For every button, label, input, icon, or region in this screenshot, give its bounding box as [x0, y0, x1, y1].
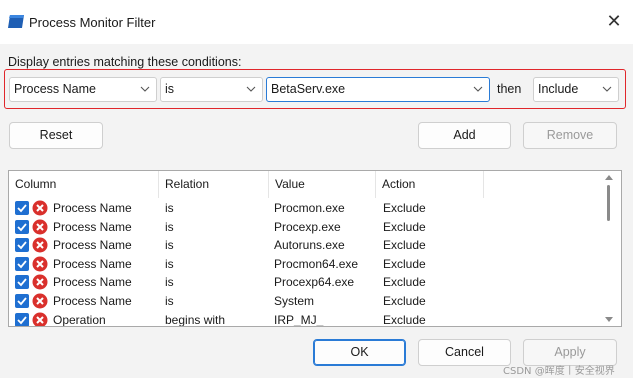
exclude-x-icon	[32, 256, 48, 272]
title-bar: Process Monitor Filter ✕	[0, 0, 633, 44]
reset-button[interactable]: Reset	[9, 122, 103, 149]
cell-column: Process Name	[53, 201, 132, 215]
cell-column: Process Name	[53, 256, 132, 271]
exclude-x-icon	[32, 219, 48, 235]
checkbox-checked-icon[interactable]	[15, 294, 29, 308]
table-row[interactable]: Process Name is Autoruns.exe Exclude	[9, 236, 604, 255]
filter-list[interactable]: Column Relation Value Action Process Nam…	[8, 170, 622, 327]
cell-column: Process Name	[53, 219, 132, 234]
cell-relation: is	[165, 294, 174, 308]
exclude-x-icon	[32, 312, 48, 326]
checkbox-checked-icon[interactable]	[15, 219, 29, 234]
cell-value: System	[274, 294, 315, 308]
chevron-down-icon	[246, 86, 256, 92]
chevron-down-icon	[473, 86, 483, 92]
table-row[interactable]: Process Name is System Exclude	[9, 292, 604, 311]
exclude-x-icon	[32, 293, 48, 309]
value-combobox[interactable]: BetaServ.exe	[266, 77, 490, 102]
cell-relation: is	[165, 219, 174, 234]
cell-column: Process Name	[53, 238, 132, 253]
conditions-label: Display entries matching these condition…	[8, 55, 242, 69]
table-row[interactable]: Process Name is Procmon64.exe Exclude	[9, 255, 604, 274]
cell-action: Exclude	[383, 294, 426, 308]
relation-header[interactable]: Relation	[159, 171, 269, 198]
table-row[interactable]: Process Name is Procmon.exe Exclude	[9, 199, 604, 218]
relation-dropdown-value: is	[165, 82, 175, 96]
relation-dropdown[interactable]: is	[160, 77, 263, 102]
cell-action: Exclude	[383, 238, 426, 253]
cell-relation: is	[165, 201, 174, 215]
filter-list-header: Column Relation Value Action	[9, 171, 621, 198]
chevron-down-icon	[602, 86, 612, 92]
cell-action: Exclude	[383, 201, 426, 215]
value-header[interactable]: Value	[269, 171, 376, 198]
column-dropdown[interactable]: Process Name	[9, 77, 157, 102]
cancel-button[interactable]: Cancel	[418, 339, 511, 366]
cell-action: Exclude	[383, 312, 426, 327]
filter-app-icon	[8, 15, 24, 28]
scrollbar-thumb[interactable]	[607, 185, 610, 221]
action-dropdown-value: Include	[538, 82, 579, 96]
chevron-down-icon	[140, 86, 150, 92]
cell-column: Operation	[53, 312, 106, 327]
cell-relation: begins with	[165, 312, 226, 327]
column-dropdown-value: Process Name	[14, 82, 96, 96]
value-combobox-text: BetaServ.exe	[271, 82, 346, 96]
add-button[interactable]: Add	[418, 122, 511, 149]
cell-value: Procexp64.exe	[274, 275, 355, 290]
watermark: CSDN @晖度丨安全视界	[503, 366, 615, 377]
checkbox-checked-icon[interactable]	[15, 312, 29, 326]
checkbox-checked-icon[interactable]	[15, 238, 29, 253]
checkbox-checked-icon[interactable]	[15, 275, 29, 290]
ok-button[interactable]: OK	[313, 339, 406, 366]
scroll-up-arrow-icon[interactable]	[605, 174, 613, 180]
checkbox-checked-icon[interactable]	[15, 201, 29, 215]
checkbox-checked-icon[interactable]	[15, 256, 29, 271]
exclude-x-icon	[32, 200, 48, 216]
scroll-down-arrow-icon[interactable]	[605, 317, 613, 323]
cell-action: Exclude	[383, 275, 426, 290]
cell-relation: is	[165, 256, 174, 271]
cell-value: Procmon64.exe	[274, 256, 359, 271]
exclude-x-icon	[32, 274, 48, 290]
cell-value: Procmon.exe	[274, 201, 345, 215]
cell-action: Exclude	[383, 256, 426, 271]
table-row[interactable]: Operation begins with IRP_MJ_ Exclude	[9, 311, 604, 327]
then-label: then	[497, 82, 522, 96]
action-dropdown[interactable]: Include	[533, 77, 619, 102]
table-row[interactable]: Process Name is Procexp64.exe Exclude	[9, 273, 604, 292]
action-header[interactable]: Action	[376, 171, 484, 198]
cell-column: Process Name	[53, 275, 132, 290]
cell-column: Process Name	[53, 294, 132, 308]
window-title: Process Monitor Filter	[29, 15, 156, 30]
cell-relation: is	[165, 275, 174, 290]
cell-value: Procexp.exe	[274, 219, 341, 234]
cell-relation: is	[165, 238, 174, 253]
cell-action: Exclude	[383, 219, 426, 234]
exclude-x-icon	[32, 237, 48, 253]
cell-value: Autoruns.exe	[274, 238, 345, 253]
cell-value: IRP_MJ_	[274, 312, 324, 327]
close-icon[interactable]: ✕	[604, 11, 624, 31]
table-row[interactable]: Process Name is Procexp.exe Exclude	[9, 218, 604, 237]
column-header[interactable]: Column	[9, 171, 159, 198]
remove-button[interactable]: Remove	[523, 122, 617, 149]
